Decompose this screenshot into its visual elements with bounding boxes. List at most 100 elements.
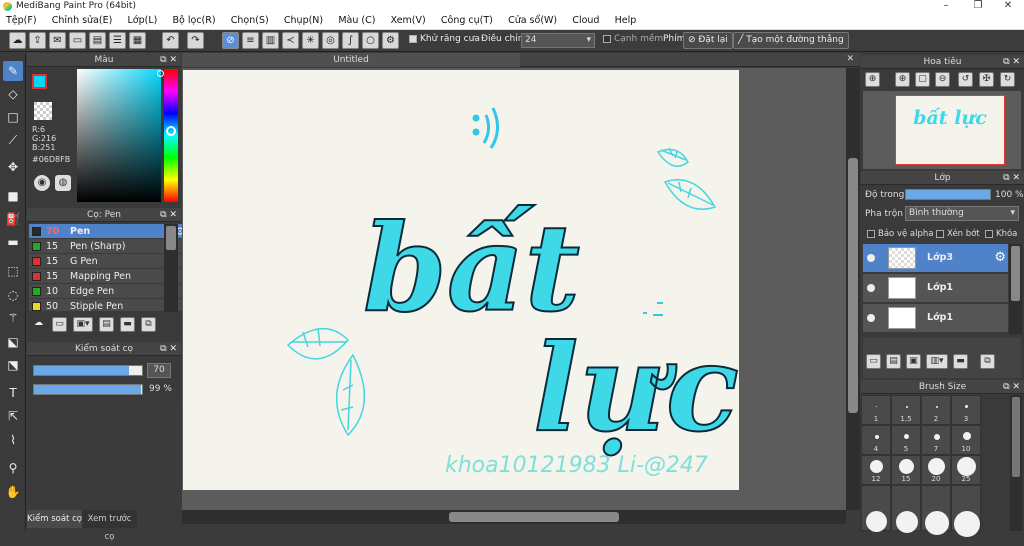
ellipse-snap-icon[interactable]: ○ <box>362 32 379 49</box>
menu-color[interactable]: Màu (C) <box>332 13 381 29</box>
layer-opacity-slider[interactable] <box>905 189 991 200</box>
cloud-download-icon[interactable]: ☁ <box>31 317 46 332</box>
eye-icon[interactable] <box>867 254 875 262</box>
saturation-value-picker[interactable] <box>77 69 161 202</box>
panel-controls-icon[interactable]: ⧉ ✕ <box>160 342 177 356</box>
lock-checkbox[interactable]: Khóa <box>985 229 1017 239</box>
reset-button[interactable]: ⊘ Đặt lại <box>683 32 733 49</box>
select-pen-tool-icon[interactable]: ⬕ <box>3 332 23 352</box>
maximize-button[interactable]: ❐ <box>962 0 994 13</box>
brush-opacity-slider[interactable] <box>33 384 143 395</box>
color-wheel-icon[interactable]: ◍ <box>55 175 71 191</box>
dot-tool-icon[interactable]: ⟋ <box>3 130 23 150</box>
cross-snap-icon[interactable]: ▥ <box>262 32 279 49</box>
text-tool-icon[interactable]: T <box>3 383 23 403</box>
palette-icon[interactable]: ◉ <box>34 175 50 191</box>
brush-size-cell[interactable]: 15 <box>891 455 921 485</box>
panel-controls-icon[interactable]: ⧉ ✕ <box>1003 55 1020 69</box>
lasso-tool-icon[interactable]: ◌ <box>3 285 23 305</box>
close-button[interactable]: ✕ <box>992 0 1024 13</box>
duplicate-brush-icon[interactable]: ⧉ <box>141 317 156 332</box>
brush-size-cell[interactable]: 5 <box>891 425 921 455</box>
snap-settings-icon[interactable]: ⚙ <box>382 32 399 49</box>
menu-help[interactable]: Help <box>609 13 643 29</box>
horizontal-scrollbar[interactable] <box>182 510 846 524</box>
layer-row[interactable]: Lớp3 ⚙ <box>863 244 1008 273</box>
panel-controls-icon[interactable]: ⧉ ✕ <box>160 53 177 67</box>
folder-icon[interactable]: ▬ <box>120 317 135 332</box>
share-icon[interactable]: ⇪ <box>29 32 46 49</box>
eye-icon[interactable] <box>867 284 875 292</box>
redo-icon[interactable]: ↷ <box>187 32 204 49</box>
add-layer-dropdown-icon[interactable]: ▥▾ <box>926 354 948 369</box>
eye-icon[interactable] <box>867 314 875 322</box>
brush-size-cell[interactable]: 25 <box>951 455 981 485</box>
divide-tool-icon[interactable]: ⌇ <box>3 430 23 450</box>
layer-list-scrollbar[interactable] <box>1009 244 1022 334</box>
vertical-scrollbar[interactable] <box>846 68 860 510</box>
folder-icon[interactable]: ▬ <box>953 354 968 369</box>
move-tool-icon[interactable]: ✥ <box>3 157 23 177</box>
brush-size-cell[interactable]: 1 <box>861 395 891 425</box>
transparent-color-swatch[interactable] <box>34 102 52 120</box>
rotate-right-icon[interactable]: ↻ <box>1000 72 1015 87</box>
zoom-fit-icon[interactable]: ▢ <box>915 72 930 87</box>
undo-icon[interactable]: ↶ <box>162 32 179 49</box>
cloud-icon[interactable]: ☁ <box>9 32 26 49</box>
brush-tool-icon[interactable]: ✎ <box>3 61 23 81</box>
brush-size-cell[interactable]: 20 <box>921 455 951 485</box>
layer-row[interactable]: Lớp1 <box>863 304 1008 333</box>
menu-view[interactable]: Xem(V) <box>385 13 432 29</box>
zoom-in-icon[interactable]: ⊕ <box>895 72 910 87</box>
comment-icon[interactable]: ✉ <box>49 32 66 49</box>
document-icon[interactable]: ▤ <box>89 32 106 49</box>
brush-size-cell[interactable]: 7 <box>921 425 951 455</box>
new-brush-icon[interactable]: ▭ <box>52 317 67 332</box>
protect-alpha-checkbox[interactable]: Bảo vệ alpha <box>867 229 933 239</box>
color-picker-cursor[interactable] <box>157 70 164 77</box>
document-tab[interactable]: Untitled <box>182 53 520 67</box>
smooth-edge-checkbox[interactable]: Cạnh mềm <box>603 34 663 44</box>
brush-size-cell[interactable] <box>861 485 891 532</box>
fill-rect-tool-icon[interactable]: ■ <box>3 186 23 206</box>
magic-wand-tool-icon[interactable]: ⚚ <box>3 308 23 328</box>
new-file-icon[interactable]: ▭ <box>69 32 86 49</box>
panel-controls-icon[interactable]: ⧉ ✕ <box>1003 171 1020 185</box>
panel-controls-icon[interactable]: ⧉ ✕ <box>160 208 177 222</box>
select-tool-icon[interactable]: ⬚ <box>3 261 23 281</box>
grid-icon[interactable]: ▦ <box>129 32 146 49</box>
new-8bit-layer-icon[interactable]: ▣ <box>906 354 921 369</box>
vanish-point-icon[interactable]: ≺ <box>282 32 299 49</box>
fit-window-icon[interactable]: ✠ <box>979 72 994 87</box>
duplicate-layer-icon[interactable]: ⧉ <box>980 354 995 369</box>
close-icon[interactable]: ✕ <box>846 54 854 64</box>
parallel-snap-icon[interactable]: ≡ <box>242 32 259 49</box>
antialias-checkbox[interactable]: Khử răng cưa <box>409 34 480 44</box>
rotate-left-icon[interactable]: ↺ <box>958 72 973 87</box>
brush-size-slider[interactable] <box>33 365 143 376</box>
brush-size-cell[interactable] <box>921 485 951 535</box>
zoom-in-icon[interactable]: ⊕ <box>865 72 880 87</box>
brush-size-cell[interactable]: 3 <box>951 395 981 425</box>
hand-tool-icon[interactable]: ✋ <box>3 482 23 502</box>
brush-size-value[interactable]: 70 <box>147 363 171 378</box>
curve-snap-icon[interactable]: ∫ <box>342 32 359 49</box>
panel-controls-icon[interactable]: ⧉ ✕ <box>1003 380 1020 394</box>
new-halftone-layer-icon[interactable]: ▤ <box>886 354 901 369</box>
snap-off-icon[interactable]: ⊘ <box>222 32 239 49</box>
menu-filter[interactable]: Bộ lọc(R) <box>167 13 222 29</box>
foreground-color-swatch[interactable] <box>32 74 47 89</box>
clip-checkbox[interactable]: Xén bớt <box>936 229 980 239</box>
brush-size-scrollbar[interactable] <box>1010 395 1022 531</box>
layer-row[interactable]: Lớp1 <box>863 274 1008 303</box>
menu-edit[interactable]: Chỉnh sửa(E) <box>46 13 119 29</box>
brush-size-cell[interactable] <box>891 485 921 533</box>
zoom-out-icon[interactable]: ⊖ <box>935 72 950 87</box>
straight-line-button[interactable]: ╱ Tạo một đường thẳng <box>733 32 849 49</box>
navigator-preview[interactable]: bất lực <box>863 91 1021 169</box>
brush-size-cell[interactable]: 4 <box>861 425 891 455</box>
select-eraser-tool-icon[interactable]: ⬔ <box>3 355 23 375</box>
gradient-tool-icon[interactable]: ▬ <box>3 232 23 252</box>
minimize-button[interactable]: – <box>930 0 962 13</box>
menu-window[interactable]: Cửa sổ(W) <box>502 13 563 29</box>
